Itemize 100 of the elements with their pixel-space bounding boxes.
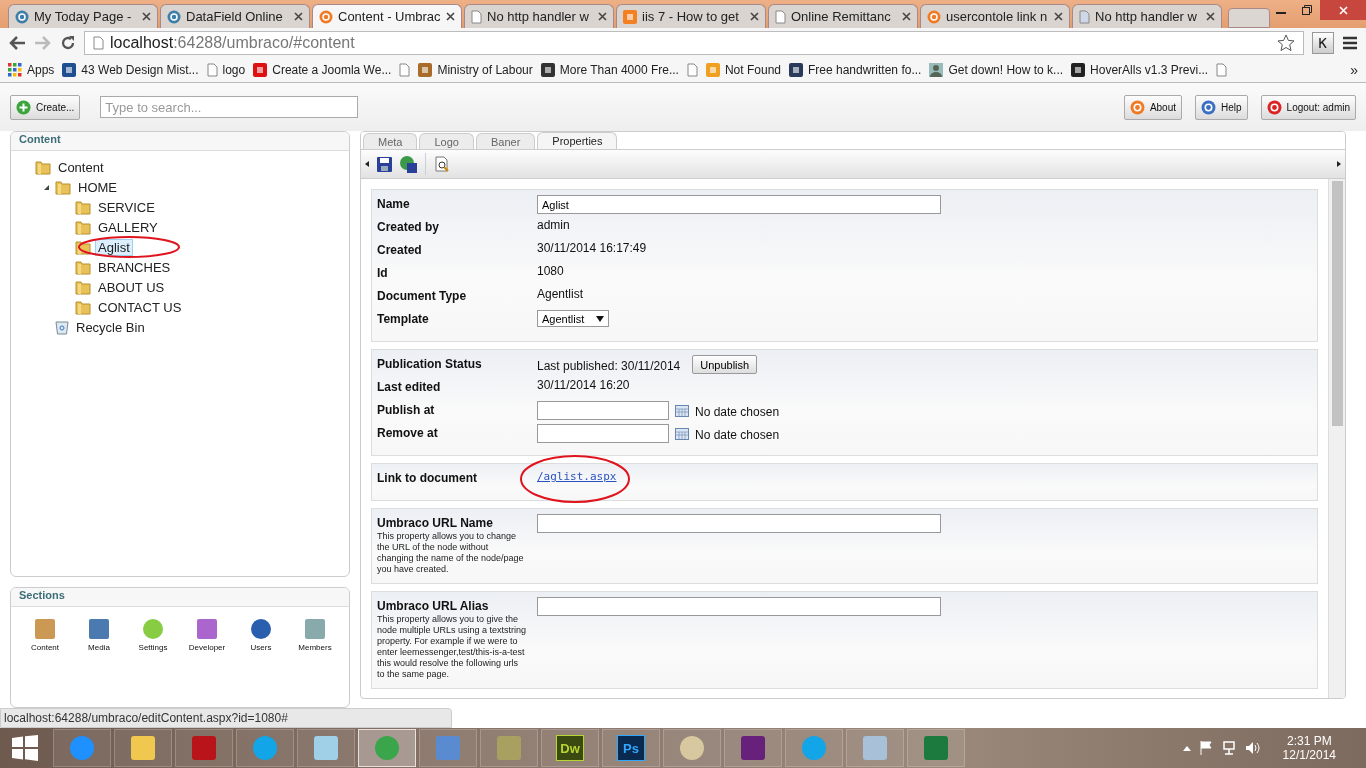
tree-item[interactable]: CONTACT US <box>95 298 185 316</box>
more-bookmarks[interactable]: » <box>1350 62 1358 78</box>
taskbar-button[interactable]: Ps <box>602 729 660 767</box>
menu-icon[interactable] <box>1342 36 1358 50</box>
taskbar-button[interactable] <box>297 729 355 767</box>
bookmark[interactable]: HoverAlls v1.3 Previ... <box>1090 63 1209 77</box>
scrollbar[interactable] <box>1328 179 1345 698</box>
bookmark[interactable]: Ministry of Labour <box>437 63 533 77</box>
save-and-publish-icon[interactable] <box>400 155 417 173</box>
browser-tab[interactable]: iis 7 - How to get <box>616 4 766 28</box>
browser-tab[interactable]: Content - Umbrac <box>312 4 462 28</box>
document-link[interactable]: /aglist.aspx <box>537 470 617 483</box>
bookmark[interactable]: 43 Web Design Mist... <box>81 63 199 77</box>
section-label[interactable]: Media <box>88 643 110 652</box>
text-field[interactable]: Aglist <box>537 195 941 214</box>
close-icon[interactable] <box>294 12 303 21</box>
preview-icon[interactable] <box>434 156 450 172</box>
editor-tab[interactable]: Baner <box>475 133 536 149</box>
calendar-icon[interactable] <box>675 427 689 440</box>
reload-icon[interactable] <box>60 35 76 51</box>
pencil-icon[interactable] <box>33 617 57 641</box>
taskbar-button[interactable] <box>114 729 172 767</box>
bookmark[interactable]: logo <box>222 63 246 77</box>
user-icon[interactable] <box>249 617 273 641</box>
tree-item[interactable]: Aglist <box>95 238 133 256</box>
bookmark[interactable]: Free handwritten fo... <box>808 63 922 77</box>
text-field[interactable] <box>537 597 941 616</box>
wand-icon[interactable] <box>195 617 219 641</box>
bookmark[interactable]: Get down! How to k... <box>948 63 1064 77</box>
tray-arrow-icon[interactable] <box>1182 745 1191 751</box>
close-icon[interactable] <box>598 12 607 21</box>
taskbar-button[interactable] <box>358 729 416 767</box>
taskbar-button[interactable] <box>175 729 233 767</box>
section-label[interactable]: Developer <box>188 643 226 652</box>
close-icon[interactable] <box>750 12 759 21</box>
tree-item[interactable]: BRANCHES <box>95 258 174 276</box>
card-icon[interactable] <box>303 617 327 641</box>
new-tab-button[interactable] <box>1228 8 1270 28</box>
section-label[interactable]: Settings <box>138 643 168 652</box>
save-icon[interactable] <box>377 156 392 172</box>
tree-item[interactable]: ABOUT US <box>95 278 168 296</box>
property-label: Document Type <box>377 288 468 303</box>
picture-icon[interactable] <box>87 617 111 641</box>
editor-tab[interactable]: Meta <box>363 133 418 149</box>
close-icon[interactable] <box>142 12 151 21</box>
expand-triangle-icon[interactable] <box>42 183 50 191</box>
bookmark[interactable]: Not Found <box>724 63 781 77</box>
section-label[interactable]: Members <box>298 643 332 652</box>
section-label[interactable]: Content <box>31 643 59 652</box>
editor-tab[interactable]: Logo <box>419 133 474 149</box>
close-icon[interactable] <box>1206 12 1215 21</box>
taskbar-button[interactable]: Dw <box>541 729 599 767</box>
taskbar-button[interactable] <box>907 729 965 767</box>
header-button[interactable]: About <box>1123 94 1183 120</box>
close-icon[interactable] <box>1054 12 1063 21</box>
star-icon[interactable] <box>1277 34 1295 52</box>
expand-arrow-icon[interactable] <box>1337 161 1341 167</box>
collapse-arrow-icon[interactable] <box>365 161 369 167</box>
tree-item[interactable]: HOME <box>75 178 120 196</box>
address-bar[interactable]: localhost:64288/umbraco/#content <box>84 31 1304 55</box>
skype-icon <box>251 734 279 762</box>
bookmark[interactable]: More Than 4000 Fre... <box>559 63 679 77</box>
network-icon[interactable] <box>1220 741 1237 755</box>
browser-tab[interactable]: No http handler w <box>464 4 614 28</box>
windows-start-icon[interactable] <box>12 735 38 761</box>
browser-tab[interactable]: DataField Online <box>160 4 310 28</box>
section-label[interactable]: Users <box>250 643 272 652</box>
restore-icon[interactable] <box>1302 5 1312 15</box>
close-icon[interactable] <box>446 12 455 21</box>
extension-button[interactable] <box>1312 32 1334 54</box>
bookmark[interactable]: Create a Joomla We... <box>272 63 392 77</box>
browser-tab[interactable]: Online Remittanc <box>768 4 918 28</box>
close-icon[interactable] <box>902 12 911 21</box>
create-button[interactable]: Create... <box>10 94 81 120</box>
date-field[interactable] <box>537 424 669 443</box>
property-label: Remove at <box>377 425 439 440</box>
calendar-icon[interactable] <box>675 404 689 417</box>
header-button[interactable]: Logout: admin <box>1260 94 1356 120</box>
ie-icon <box>68 734 96 762</box>
tree-item[interactable]: Recycle Bin <box>73 318 148 336</box>
browser-tab[interactable]: My Today Page - <box>8 4 158 28</box>
browser-tab[interactable]: No http handler w <box>1072 4 1222 28</box>
taskbar-button[interactable] <box>724 729 782 767</box>
tree-item[interactable]: Content <box>55 158 107 176</box>
tree-item[interactable]: SERVICE <box>95 198 158 216</box>
template-select[interactable]: Agentlist <box>537 310 609 327</box>
editor-tab[interactable]: Properties <box>537 132 618 149</box>
bookmark[interactable]: Apps <box>27 63 55 77</box>
text-field[interactable] <box>537 514 941 533</box>
header-button[interactable]: Help <box>1195 94 1248 120</box>
browser-tab[interactable]: usercontole link n <box>920 4 1070 28</box>
date-field[interactable] <box>537 401 669 420</box>
tree-item[interactable]: GALLERY <box>95 218 161 236</box>
volume-icon[interactable] <box>1244 741 1261 755</box>
back-arrow-icon[interactable] <box>8 35 26 51</box>
search-field[interactable]: Type to search... <box>100 96 359 118</box>
clock[interactable]: 2:31 PM 12/1/2014 <box>1282 734 1336 762</box>
flag-icon[interactable] <box>1198 741 1213 755</box>
skype-icon <box>800 734 828 762</box>
unpublish-button[interactable]: Unpublish <box>692 355 758 374</box>
